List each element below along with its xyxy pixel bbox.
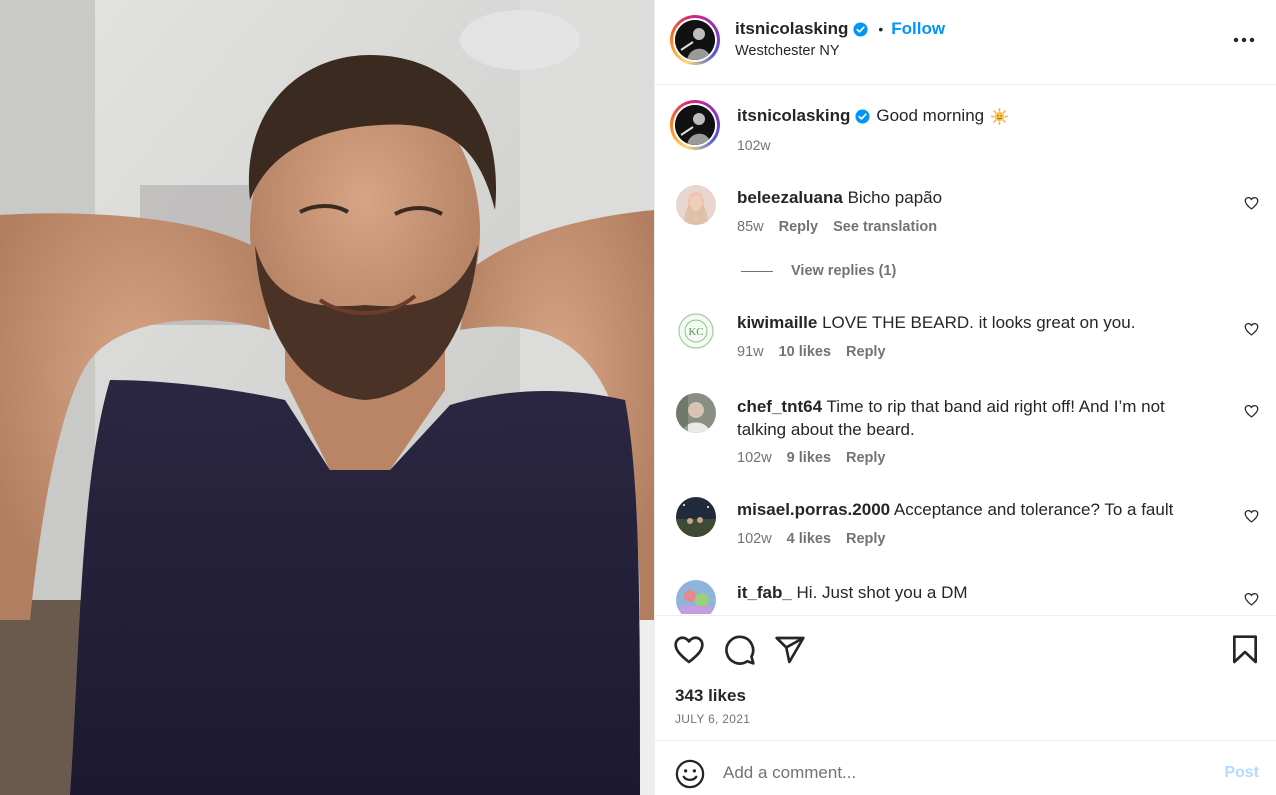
commenter-avatar[interactable] [676, 580, 716, 614]
avatar-image [676, 580, 716, 614]
like-comment-heart-icon[interactable] [1244, 196, 1259, 210]
replies-divider-line [741, 270, 773, 272]
comment-body: Hi. Just shot you a DM [796, 583, 968, 602]
comment-username[interactable]: beleezaluana [737, 188, 843, 207]
like-comment-heart-icon[interactable] [1244, 592, 1259, 606]
comment-age[interactable]: 85w [737, 219, 764, 235]
comment-text-block: chef_tnt64 Time to rip that band aid rig… [737, 395, 1207, 441]
comment-meta: 85w Reply See translation [737, 219, 937, 235]
reply-button[interactable]: Reply [846, 344, 886, 360]
instagram-post-modal: itsnicolasking • Follow Westchester NY i… [0, 0, 1276, 795]
comment-text-block: beleezaluana Bicho papão [737, 186, 1207, 209]
caption-text: Good morning [876, 106, 985, 125]
commenter-avatar[interactable]: KC [676, 311, 716, 351]
add-comment-input[interactable] [723, 758, 1193, 788]
comment-text-block: it_fab_ Hi. Just shot you a DM [737, 581, 1207, 604]
comment-meta: 91w 10 likes Reply [737, 344, 886, 360]
post-date[interactable]: JULY 6, 2021 [675, 712, 750, 726]
reply-button[interactable]: Reply [846, 450, 886, 466]
commenter-avatar[interactable] [676, 497, 716, 537]
bookmark-icon[interactable] [1229, 634, 1261, 666]
comment-age[interactable]: 102w [737, 450, 772, 466]
view-replies-label: View replies (1) [791, 263, 897, 279]
comment-text-block: kiwimaille LOVE THE BEARD. it looks grea… [737, 311, 1207, 334]
comment-body: LOVE THE BEARD. it looks great on you. [822, 313, 1136, 332]
comments-list[interactable]: itsnicolasking Good morning 102w beleeza… [655, 86, 1276, 614]
commenter-avatar[interactable] [676, 393, 716, 433]
comment-meta: 102w 9 likes Reply [737, 450, 886, 466]
caption-age[interactable]: 102w [737, 137, 770, 153]
avatar-image [676, 393, 716, 433]
likes-count[interactable]: 343 likes [675, 686, 746, 706]
post-detail-panel: itsnicolasking • Follow Westchester NY i… [654, 0, 1276, 795]
avatar-image [675, 20, 715, 60]
more-horizontal-icon[interactable] [1231, 30, 1257, 50]
share-icon[interactable] [774, 634, 806, 666]
comment-username[interactable]: misael.porras.2000 [737, 500, 890, 519]
post-header: itsnicolasking • Follow Westchester NY [655, 0, 1276, 85]
post-location[interactable]: Westchester NY [735, 43, 840, 59]
comment-likes[interactable]: 9 likes [787, 450, 831, 466]
post-photo[interactable] [0, 0, 654, 795]
sun-emoji-icon [991, 107, 1009, 125]
post-comment-button[interactable]: Post [1224, 764, 1259, 782]
add-comment-bar: Post [655, 740, 1276, 795]
comment-text-block: misael.porras.2000 Acceptance and tolera… [737, 498, 1207, 521]
commenter-avatar[interactable] [676, 185, 716, 225]
comment-icon[interactable] [724, 634, 756, 666]
comment-body: Bicho papão [847, 188, 943, 207]
comment-likes[interactable]: 10 likes [779, 344, 831, 360]
avatar-image [675, 105, 715, 145]
view-replies-button[interactable]: View replies (1) [741, 263, 896, 279]
caption-username[interactable]: itsnicolasking [737, 106, 850, 126]
emoji-picker-icon[interactable] [675, 759, 705, 789]
follow-button[interactable]: Follow [891, 19, 945, 39]
separator-dot: • [878, 21, 884, 37]
see-translation-button[interactable]: See translation [833, 219, 937, 235]
verified-badge-icon [853, 21, 868, 37]
avatar-image [676, 497, 716, 537]
author-row: itsnicolasking • Follow [735, 18, 945, 40]
comment-age[interactable]: 91w [737, 344, 764, 360]
heart-icon[interactable] [673, 634, 705, 666]
comment-meta: 102w 4 likes Reply [737, 531, 886, 547]
caption: itsnicolasking Good morning [737, 106, 1009, 126]
photo-illustration [0, 0, 654, 795]
comment-age[interactable]: 102w [737, 531, 772, 547]
like-comment-heart-icon[interactable] [1244, 509, 1259, 523]
avatar-image: KC [676, 311, 716, 351]
comment-body: Acceptance and tolerance? To a fault [893, 500, 1174, 519]
reply-button[interactable]: Reply [779, 219, 819, 235]
comment-username[interactable]: it_fab_ [737, 583, 792, 602]
comment-likes[interactable]: 4 likes [787, 531, 831, 547]
like-comment-heart-icon[interactable] [1244, 404, 1259, 418]
svg-text:KC: KC [688, 326, 703, 338]
comment-username[interactable]: chef_tnt64 [737, 397, 822, 416]
reply-button[interactable]: Reply [846, 531, 886, 547]
avatar-image [676, 185, 716, 225]
caption-avatar[interactable] [670, 100, 720, 150]
post-actions: 343 likes JULY 6, 2021 [655, 615, 1276, 740]
verified-badge-icon [855, 108, 870, 124]
author-username[interactable]: itsnicolasking [735, 19, 848, 39]
author-avatar[interactable] [670, 15, 720, 65]
like-comment-heart-icon[interactable] [1244, 322, 1259, 336]
comment-username[interactable]: kiwimaille [737, 313, 817, 332]
